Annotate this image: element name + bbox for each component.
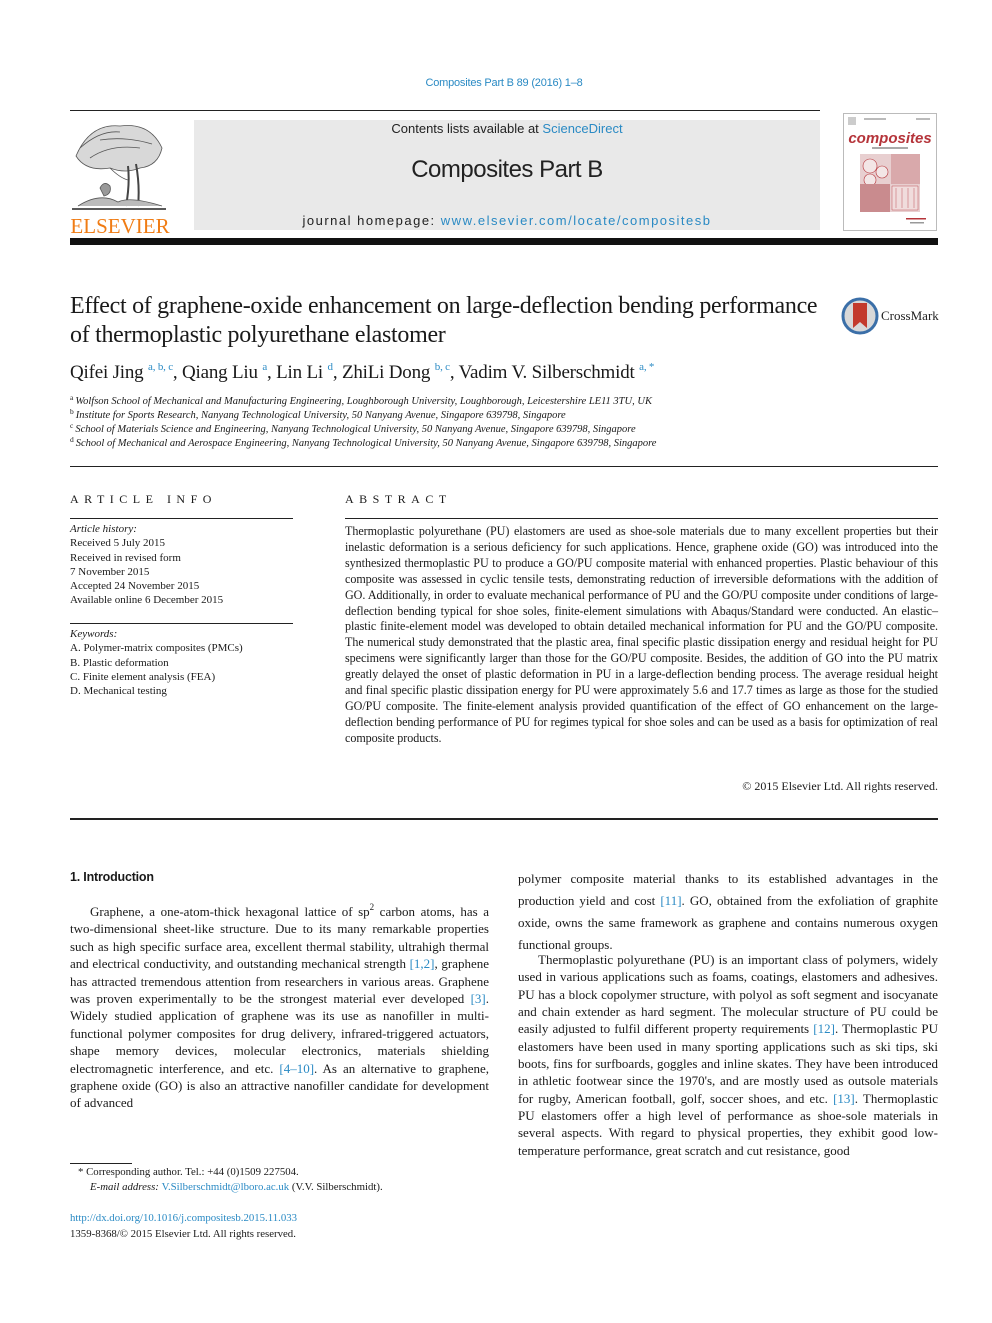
body-column-right: Thermoplastic polyurethane (PU) is an im…: [518, 951, 938, 1159]
article-info-rule: [70, 518, 293, 519]
keyword-item: A. Polymer-matrix composites (PMCs): [70, 642, 243, 655]
sciencedirect-link[interactable]: ScienceDirect: [542, 121, 622, 136]
homepage-link[interactable]: www.elsevier.com/locate/compositesb: [441, 213, 712, 228]
affiliation-text: School of Materials Science and Engineer…: [75, 424, 636, 435]
cover-art-icon: composites: [848, 117, 932, 224]
author-affiliation-ref[interactable]: a, b, c: [148, 361, 173, 373]
author-affiliation-ref[interactable]: b, c: [435, 361, 450, 373]
article-title: Effect of graphene-oxide enhancement on …: [70, 293, 818, 348]
contents-label: Contents lists available at: [391, 121, 543, 136]
reference-link[interactable]: [1,2]: [410, 956, 435, 971]
history-item: Received 5 July 2015: [70, 537, 166, 550]
journal-citation-link[interactable]: Composites Part B 89 (2016) 1–8: [0, 77, 992, 89]
affiliation-item: a Wolfson School of Mechanical and Manufa…: [70, 393, 940, 409]
affiliation-text: School of Mechanical and Aerospace Engin…: [75, 438, 657, 449]
article-info-heading: ARTICLE INFO: [70, 492, 217, 506]
abstract-rule: [345, 518, 938, 519]
corresponding-author-note: * Corresponding author. Tel.: +44 (0)150…: [78, 1166, 299, 1178]
author-affiliation-ref[interactable]: a: [262, 361, 267, 373]
affiliation-text: Institute for Sports Research, Nanyang T…: [75, 410, 566, 421]
history-item: Available online 6 December 2015: [70, 594, 224, 607]
journal-homepage: journal homepage: www.elsevier.com/locat…: [194, 213, 820, 228]
email-label: E-mail address:: [90, 1181, 162, 1193]
author-name[interactable]: Lin Li: [276, 362, 323, 383]
email-suffix: (V.V. Silberschmidt).: [289, 1181, 383, 1193]
reference-link[interactable]: [13]: [833, 1091, 855, 1106]
author-name[interactable]: Qifei Jing: [70, 362, 144, 383]
affiliation-item: b Institute for Sports Research, Nanyang …: [70, 407, 940, 423]
history-item: Received in revised form: [70, 551, 181, 564]
header-thick-rule: [70, 238, 938, 245]
email-line: E-mail address: V.Silberschmidt@lboro.ac…: [70, 1180, 500, 1195]
article-history-label: Article history:: [70, 523, 137, 535]
affiliation-item: c School of Materials Science and Enginee…: [70, 421, 940, 437]
affiliation-key: d: [70, 435, 74, 444]
section-divider: [70, 818, 938, 820]
reference-link[interactable]: [4–10]: [279, 1061, 314, 1076]
body-paragraph: Graphene, a one-atom-thick hexagonal lat…: [70, 903, 489, 1112]
crossmark-button[interactable]: CrossMark: [840, 296, 950, 336]
keywords-label: Keywords:: [70, 628, 118, 640]
cover-title: composites: [848, 130, 931, 147]
journal-cover-thumbnail[interactable]: composites: [843, 113, 937, 231]
abstract-heading: ABSTRACT: [345, 492, 452, 506]
history-item: 7 November 2015: [70, 565, 150, 578]
header-top-rule: [70, 110, 820, 111]
author-affiliation-ref[interactable]: a, *: [639, 361, 654, 373]
affiliation-key: c: [70, 421, 74, 430]
history-item: Accepted 24 November 2015: [70, 580, 200, 593]
abstract-copyright: © 2015 Elsevier Ltd. All rights reserved…: [742, 779, 938, 793]
keywords: Keywords: A. Polymer-matrix composites (…: [70, 627, 300, 698]
footnote-rule: [70, 1163, 132, 1164]
reference-link[interactable]: [12]: [813, 1021, 835, 1036]
keyword-item: B. Plastic deformation: [70, 656, 169, 669]
affiliation-key: a: [70, 393, 74, 402]
body-column-left: Graphene, a one-atom-thick hexagonal lat…: [70, 903, 489, 1112]
keyword-item: C. Finite element analysis (FEA): [70, 670, 216, 683]
affiliation-key: b: [70, 407, 74, 416]
section-heading-introduction: 1. Introduction: [70, 870, 154, 884]
doi-link[interactable]: http://dx.doi.org/10.1016/j.compositesb.…: [70, 1211, 500, 1227]
author-affiliation-ref[interactable]: d: [328, 361, 334, 373]
author-name[interactable]: Vadim V. Silberschmidt: [459, 362, 635, 383]
homepage-label: journal homepage:: [302, 213, 441, 228]
issn-copyright: 1359-8368/© 2015 Elsevier Ltd. All right…: [70, 1227, 296, 1240]
affiliation-text: Wolfson School of Mechanical and Manufac…: [75, 396, 652, 407]
body-text: Graphene, a one-atom-thick hexagonal lat…: [90, 904, 370, 919]
crossmark-icon: [841, 297, 879, 335]
abstract-text: Thermoplastic polyurethane (PU) elastome…: [345, 524, 938, 745]
author-list: Qifei Jing a, b, c, Qiang Liu a, Lin Li …: [70, 361, 655, 384]
reference-link[interactable]: [3]: [471, 991, 486, 1006]
elsevier-wordmark: ELSEVIER: [70, 214, 170, 238]
author-name[interactable]: ZhiLi Dong: [342, 362, 430, 383]
crossmark-label: CrossMark: [881, 308, 939, 323]
doi-block: http://dx.doi.org/10.1016/j.compositesb.…: [70, 1211, 500, 1242]
body-paragraph: Thermoplastic polyurethane (PU) is an im…: [518, 951, 938, 1159]
reference-link[interactable]: [11]: [660, 893, 681, 908]
journal-banner: Contents lists available at ScienceDirec…: [194, 120, 820, 230]
keyword-item: D. Mechanical testing: [70, 685, 167, 698]
affiliation-item: d School of Mechanical and Aerospace Engi…: [70, 435, 940, 451]
article-history: Article history: Received 5 July 2015 Re…: [70, 522, 300, 608]
keywords-rule: [70, 623, 293, 624]
footnote: * Corresponding author. Tel.: +44 (0)150…: [70, 1165, 500, 1195]
elsevier-logo[interactable]: ELSEVIER: [68, 118, 172, 238]
elsevier-tree-icon: [70, 118, 168, 212]
email-link[interactable]: V.Silberschmidt@lboro.ac.uk: [162, 1181, 290, 1193]
journal-title[interactable]: Composites Part B: [194, 156, 820, 184]
author-name[interactable]: Qiang Liu: [182, 362, 258, 383]
section-divider: [70, 466, 938, 467]
body-column-right-top: polymer composite material thanks to its…: [518, 868, 938, 956]
body-paragraph: polymer composite material thanks to its…: [518, 868, 938, 956]
contents-availability: Contents lists available at ScienceDirec…: [194, 121, 820, 136]
affiliation-list: a Wolfson School of Mechanical and Manufa…: [70, 393, 940, 451]
